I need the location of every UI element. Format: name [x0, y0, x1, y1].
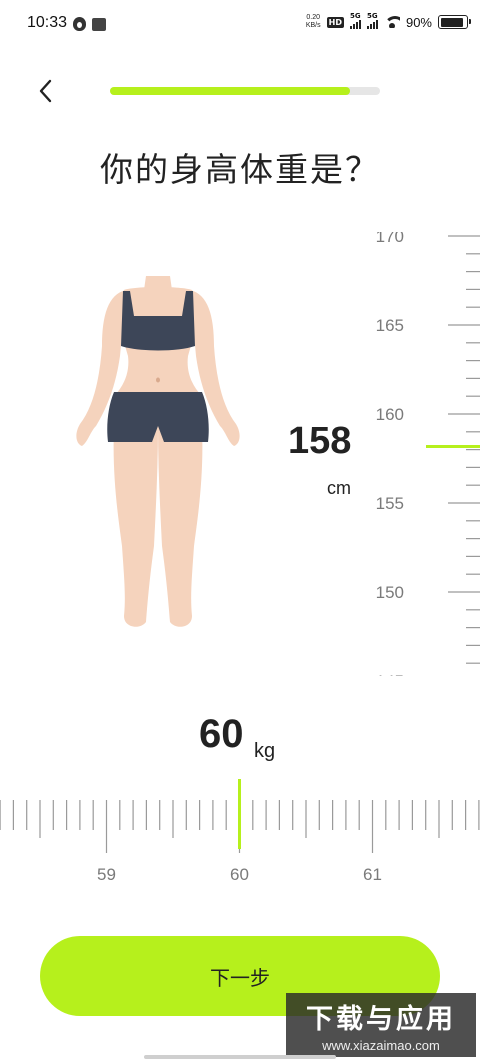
progress-fill — [110, 87, 351, 95]
weight-ruler-label: 61 — [363, 865, 382, 884]
signal-icon: 5G — [349, 12, 361, 29]
back-button[interactable] — [32, 76, 62, 106]
net-speed-value: 0.20 — [306, 14, 321, 21]
height-ruler[interactable]: 170 165 160 155 150 145 — [360, 232, 480, 676]
wifi-icon — [383, 16, 400, 28]
network-speed: 0.20 KB/s — [306, 14, 321, 30]
battery-icon — [438, 15, 471, 29]
height-ruler-label: 165 — [376, 316, 404, 335]
height-value: 158 — [288, 420, 352, 462]
height-ruler-indicator — [426, 445, 480, 448]
weight-ruler-indicator — [238, 779, 241, 849]
weight-unit: kg — [254, 740, 276, 762]
weight-ruler-label: 59 — [97, 865, 116, 884]
status-time: 10:33 — [27, 14, 68, 31]
page-title: 你的身高体重是？ — [100, 150, 380, 189]
watermark-url: www.xiazaimao.com — [322, 1038, 440, 1053]
watermark: 下载与应用 www.xiazaimao.com — [286, 993, 476, 1057]
status-bar: 10:33 0.20 KB/s HD 5G 5G 90% — [0, 0, 480, 52]
signal-icon: 5G — [366, 12, 378, 29]
height-ruler-label: 145 — [376, 672, 404, 676]
height-ruler-scale: 170 165 160 155 150 145 — [376, 232, 480, 676]
status-right-icons: 0.20 KB/s HD 5G 5G 90% — [306, 12, 471, 30]
height-ruler-label: 150 — [376, 583, 404, 602]
home-indicator[interactable] — [144, 1055, 336, 1059]
body-figure-illustration — [68, 276, 248, 636]
net-speed-unit: KB/s — [305, 22, 321, 29]
app-icon — [92, 17, 106, 31]
height-ruler-label: 155 — [376, 494, 404, 513]
hd-icon: HD — [326, 16, 344, 28]
chevron-left-icon — [39, 79, 52, 103]
battery-fill — [440, 17, 463, 27]
height-unit: cm — [327, 478, 351, 498]
signal-label: 5G — [349, 12, 361, 20]
progress-bar — [110, 87, 380, 95]
battery-percent: 90% — [405, 14, 432, 30]
weight-ruler-label: 60 — [230, 865, 249, 884]
signal-label: 5G — [366, 12, 378, 20]
height-ruler-label: 160 — [376, 405, 404, 424]
height-ruler-label: 170 — [376, 232, 404, 246]
flame-icon — [73, 17, 86, 31]
status-left-icons — [73, 17, 106, 31]
watermark-main: 下载与应用 — [306, 1004, 456, 1035]
weight-value: 60 — [199, 712, 244, 756]
